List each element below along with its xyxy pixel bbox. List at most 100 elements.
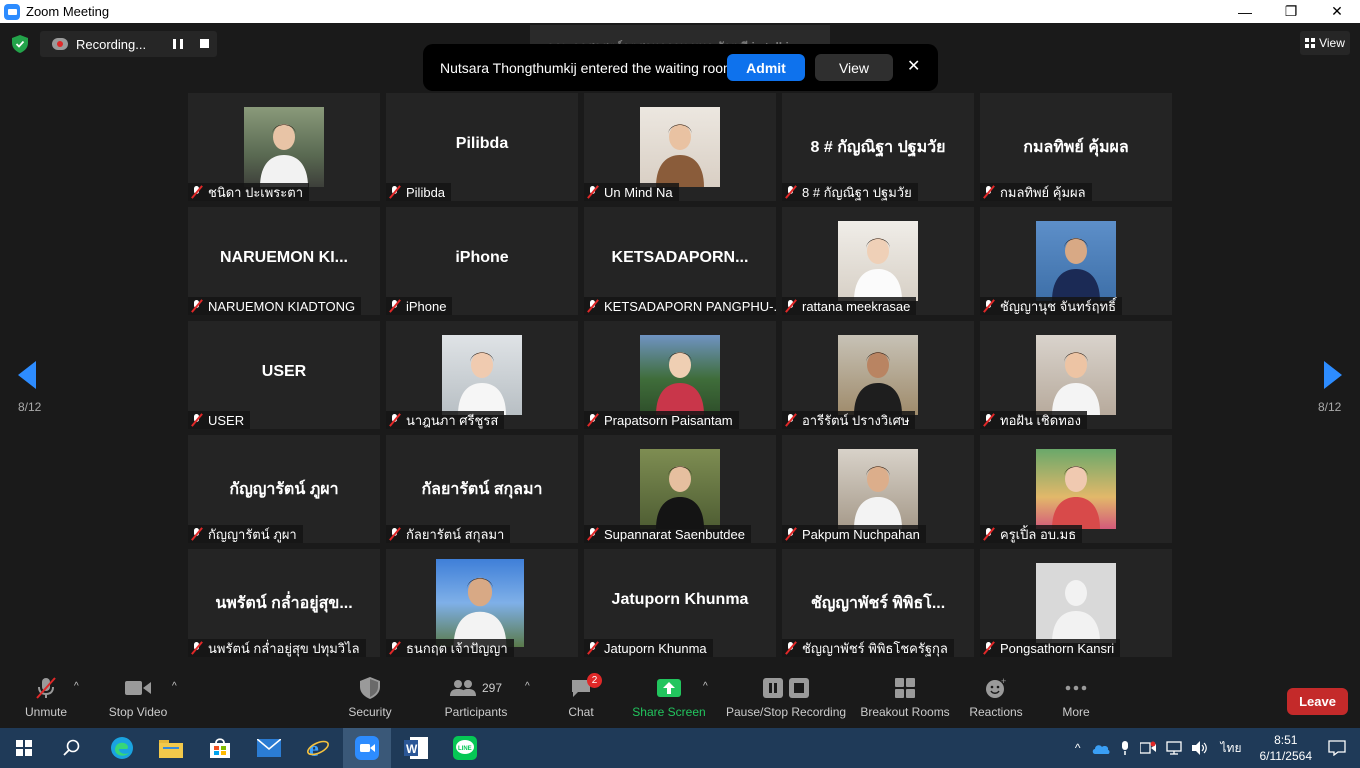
participant-tile[interactable]: ชนิดา ปะเพระตา <box>188 93 380 201</box>
participant-tile[interactable]: 8 # กัญณิฐา ปฐมวัย 8 # กัญณิฐา ปฐมวัย <box>782 93 974 201</box>
muted-mic-icon <box>389 641 401 655</box>
share-options-caret-icon[interactable]: ^ <box>703 681 708 692</box>
previous-page-arrow-icon[interactable] <box>18 361 38 389</box>
participant-tile[interactable]: USER USER <box>188 321 380 429</box>
participant-tile[interactable]: Pilibda Pilibda <box>386 93 578 201</box>
participant-tile[interactable]: กมลทิพย์ คุ้มผล กมลทิพย์ คุ้มผล <box>980 93 1172 201</box>
microsoft-store-icon[interactable] <box>196 728 244 768</box>
onedrive-cloud-icon[interactable] <box>1092 742 1110 754</box>
participant-tile[interactable]: ครูเปิ้ล อบ.มธ <box>980 435 1172 543</box>
reactions-label: Reactions <box>969 705 1023 719</box>
next-page-arrow-icon[interactable] <box>1322 361 1342 389</box>
meet-now-icon[interactable] <box>1139 741 1156 755</box>
stop-video-button[interactable]: Stop Video <box>106 671 170 728</box>
muted-mic-icon <box>191 641 203 655</box>
participant-tile[interactable]: Pakpum Nuchpahan <box>782 435 974 543</box>
word-icon[interactable]: W <box>392 728 440 768</box>
participant-video <box>640 107 720 187</box>
encryption-shield-icon[interactable] <box>12 35 28 53</box>
security-button[interactable]: Security <box>346 671 394 728</box>
leave-button[interactable]: Leave <box>1287 688 1348 715</box>
participant-display-name: ชัญญาพัชร์ พิพิธโ... <box>810 595 946 612</box>
stop-recording-icon[interactable] <box>200 39 209 48</box>
more-dots-icon <box>1065 671 1087 705</box>
microphone-tray-icon[interactable] <box>1120 741 1130 755</box>
participant-name-tag: ชนิดา ปะเพระตา <box>188 183 310 201</box>
participants-button[interactable]: 297 Participants <box>442 671 510 728</box>
video-camera-icon <box>125 671 151 705</box>
page-indicator-left: 8/12 <box>18 400 42 414</box>
close-notification-icon[interactable]: ✕ <box>907 56 920 76</box>
participant-tile[interactable]: NARUEMON KI... NARUEMON KIADTONG <box>188 207 380 315</box>
chat-button[interactable]: 2 Chat <box>562 671 602 728</box>
zoom-taskbar-icon[interactable] <box>343 728 391 768</box>
participant-video <box>436 559 524 647</box>
muted-mic-icon <box>983 185 995 199</box>
view-button[interactable]: View <box>1300 31 1350 55</box>
line-app-icon[interactable]: LINE <box>441 728 489 768</box>
show-hidden-icons-chevron-icon[interactable]: ^ <box>1075 741 1081 755</box>
svg-text:+: + <box>1001 677 1006 686</box>
close-window-button[interactable]: ✕ <box>1314 0 1360 23</box>
participant-tile[interactable]: Un Mind Na <box>584 93 776 201</box>
view-waiting-room-button[interactable]: View <box>815 54 893 81</box>
participant-video <box>838 335 918 415</box>
internet-explorer-icon[interactable]: e <box>294 728 342 768</box>
maximize-button[interactable]: ❐ <box>1268 0 1314 23</box>
participant-display-name: Jatuporn Khunma <box>611 591 749 608</box>
pause-stop-recording-button[interactable]: Pause/Stop Recording <box>726 671 846 728</box>
participant-name: NARUEMON KIADTONG <box>208 298 356 314</box>
more-label: More <box>1062 705 1090 719</box>
minimize-button[interactable]: — <box>1222 0 1268 23</box>
participant-name-tag: Un Mind Na <box>584 183 679 201</box>
unmute-button[interactable]: Unmute <box>22 671 70 728</box>
participant-tile[interactable]: นาฎนภา ศรีชูรส <box>386 321 578 429</box>
participant-tile[interactable]: KETSADAPORN... KETSADAPORN PANGPHU-... <box>584 207 776 315</box>
participant-tile[interactable]: ชัญญานุช จันทร์ฤทธิ์ <box>980 207 1172 315</box>
participant-name: 8 # กัญณิฐา ปฐมวัย <box>802 184 912 200</box>
admit-button[interactable]: Admit <box>727 54 805 81</box>
participant-tile[interactable]: กัญญารัตน์ ภูผา กัญญารัตน์ ภูผา <box>188 435 380 543</box>
participant-tile[interactable]: อารีรัตน์ ปรางวิเศษ <box>782 321 974 429</box>
participant-video <box>640 335 720 415</box>
edge-browser-icon[interactable] <box>98 728 146 768</box>
participant-tile[interactable]: Prapatsorn Paisantam <box>584 321 776 429</box>
participant-name-tag: KETSADAPORN PANGPHU-... <box>584 297 776 315</box>
participant-tile[interactable]: rattana meekrasae <box>782 207 974 315</box>
reactions-button[interactable]: + Reactions <box>967 671 1025 728</box>
meeting-toolbar: Unmute ^ Stop Video ^ Security 297 Parti… <box>0 671 1360 728</box>
video-options-caret-icon[interactable]: ^ <box>172 681 177 692</box>
muted-mic-icon <box>191 299 203 313</box>
notifications-icon[interactable] <box>1328 740 1346 756</box>
breakout-rooms-button[interactable]: Breakout Rooms <box>860 671 950 728</box>
participant-tile[interactable]: Jatuporn Khunma Jatuporn Khunma <box>584 549 776 657</box>
muted-mic-icon <box>785 413 797 427</box>
start-windows-icon[interactable] <box>0 728 48 768</box>
input-language-indicator[interactable]: ไทย <box>1221 739 1242 758</box>
participant-tile[interactable]: Pongsathorn Kansri <box>980 549 1172 657</box>
participant-tile[interactable]: นพรัตน์ กล่ำอยู่สุข... นพรัตน์ กล่ำอยู่สุ… <box>188 549 380 657</box>
participant-video <box>640 449 720 529</box>
share-screen-button[interactable]: Share Screen <box>632 671 706 728</box>
participant-tile[interactable]: Supannarat Saenbutdee <box>584 435 776 543</box>
pause-recording-icon[interactable] <box>173 39 183 49</box>
participant-name-tag: นาฎนภา ศรีชูรส <box>386 411 505 429</box>
participant-tile[interactable]: กัลยารัตน์ สกุลมา กัลยารัตน์ สกุลมา <box>386 435 578 543</box>
clock[interactable]: 8:51 6/11/2564 <box>1260 732 1313 764</box>
mail-icon[interactable] <box>245 728 293 768</box>
view-label: View <box>1319 36 1345 50</box>
volume-icon[interactable] <box>1191 741 1208 755</box>
participant-tile[interactable]: ธนกฤต เจ้าปัญญา <box>386 549 578 657</box>
network-icon[interactable] <box>1165 741 1182 755</box>
stop-video-label: Stop Video <box>108 705 168 719</box>
more-button[interactable]: More <box>1058 671 1094 728</box>
participant-tile[interactable]: ทอฝัน เชิดทอง <box>980 321 1172 429</box>
participant-tile[interactable]: ชัญญาพัชร์ พิพิธโ... ชัญญาพัชร์ พิพิธโชคร… <box>782 549 974 657</box>
participant-tile[interactable]: iPhone iPhone <box>386 207 578 315</box>
participants-options-caret-icon[interactable]: ^ <box>525 681 530 692</box>
muted-mic-icon <box>785 299 797 313</box>
participant-video <box>442 335 522 415</box>
file-explorer-icon[interactable] <box>147 728 195 768</box>
audio-options-caret-icon[interactable]: ^ <box>74 681 79 692</box>
search-icon[interactable] <box>48 728 96 768</box>
